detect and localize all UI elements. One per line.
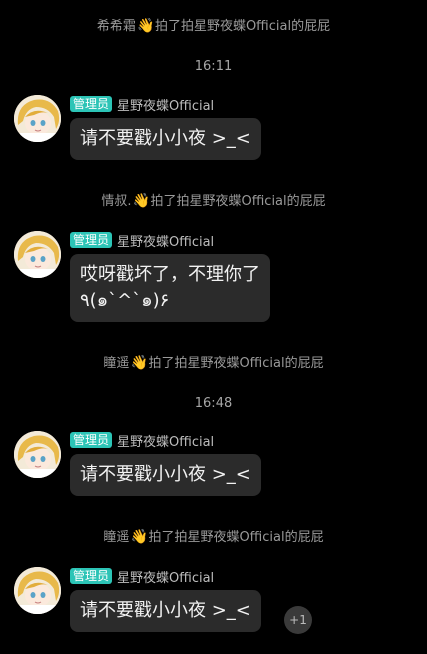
message-meta: 管理员 星野夜蝶Official — [70, 231, 214, 250]
poke-action: 拍了拍星野夜蝶Official的屁屁 — [154, 19, 331, 34]
waving-hand-icon: 👋 — [130, 355, 148, 371]
poke-action: 拍了拍星野夜蝶Official的屁屁 — [148, 356, 324, 371]
plus-one-button[interactable]: +1 — [284, 606, 312, 634]
poke-notice: 情叔.👋拍了拍星野夜蝶Official的屁屁 — [0, 192, 427, 211]
poke-sender[interactable]: 瞳遥 — [103, 356, 129, 371]
avatar[interactable] — [14, 567, 61, 614]
message-meta: 管理员 星野夜蝶Official — [70, 95, 214, 114]
sender-name[interactable]: 星野夜蝶Official — [117, 231, 214, 250]
poke-sender[interactable]: 瞳遥 — [103, 530, 129, 545]
waving-hand-icon: 👋 — [130, 529, 148, 545]
waving-hand-icon: 👋 — [136, 18, 155, 34]
admin-badge: 管理员 — [70, 568, 113, 584]
avatar[interactable] — [14, 431, 61, 478]
message-meta: 管理员 星野夜蝶Official — [70, 567, 214, 586]
message-bubble[interactable]: 请不要戳小小夜 >_< — [70, 590, 261, 632]
poke-sender[interactable]: 情叔. — [101, 194, 131, 209]
poke-sender[interactable]: 希希霜 — [97, 19, 136, 34]
sender-name[interactable]: 星野夜蝶Official — [117, 431, 214, 450]
sender-name[interactable]: 星野夜蝶Official — [117, 567, 214, 586]
poke-notice: 瞳遥👋拍了拍星野夜蝶Official的屁屁 — [0, 528, 427, 547]
message-bubble[interactable]: 请不要戳小小夜 >_< — [70, 118, 261, 160]
message-bubble[interactable]: 哎呀戳坏了，不理你了 ٩(๑`^`๑)۶ — [70, 254, 270, 322]
poke-action: 拍了拍星野夜蝶Official的屁屁 — [148, 530, 324, 545]
waving-hand-icon: 👋 — [132, 193, 150, 209]
message-bubble[interactable]: 请不要戳小小夜 >_< — [70, 454, 261, 496]
avatar[interactable] — [14, 231, 61, 278]
admin-badge: 管理员 — [70, 432, 113, 448]
poke-action: 拍了拍星野夜蝶Official的屁屁 — [150, 194, 326, 209]
sender-name[interactable]: 星野夜蝶Official — [117, 95, 214, 114]
message-timestamp: 16:11 — [194, 59, 233, 74]
message-meta: 管理员 星野夜蝶Official — [70, 431, 214, 450]
message-timestamp: 16:48 — [194, 396, 233, 411]
poke-notice: 瞳遥👋拍了拍星野夜蝶Official的屁屁 — [0, 354, 427, 373]
avatar[interactable] — [14, 95, 61, 142]
admin-badge: 管理员 — [70, 232, 113, 248]
admin-badge: 管理员 — [70, 96, 113, 112]
poke-notice: 希希霜👋拍了拍星野夜蝶Official的屁屁 — [0, 17, 427, 36]
